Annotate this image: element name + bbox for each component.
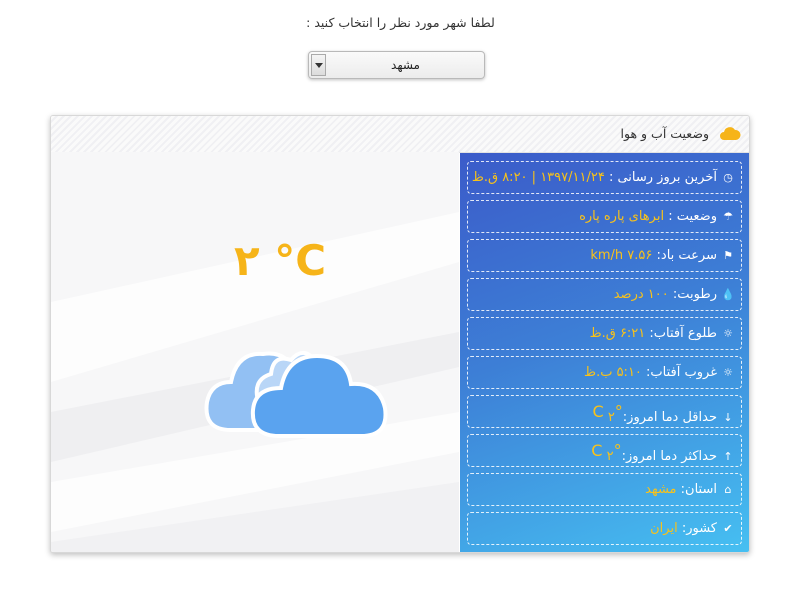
last-update-label: آخرین بروز رسانی : bbox=[608, 170, 717, 185]
humidity-value: ۱۰۰ درصد bbox=[613, 287, 669, 302]
city-select[interactable]: مشهد bbox=[308, 51, 485, 79]
country-value: ایران bbox=[650, 521, 678, 536]
umbrella-icon: ☂ bbox=[723, 210, 733, 223]
check-circle-icon: ✔ bbox=[723, 522, 733, 535]
cloud-icon bbox=[204, 351, 388, 438]
last-update-value: ۱۳۹۷/۱۱/۲۴ | ۸:۲۰ ق.ظ bbox=[471, 170, 605, 185]
last-update-row: ◷ آخرین بروز رسانی : ۱۳۹۷/۱۱/۲۴ | ۸:۲۰ ق.… bbox=[467, 161, 742, 194]
city-select-value: مشهد bbox=[391, 58, 420, 72]
province-row: ⌂ استان: مشهد bbox=[467, 473, 742, 506]
city-prompt: لطفا شهر مورد نظر را انتخاب کنید : bbox=[306, 15, 495, 30]
condition-value: ابرهای پاره پاره bbox=[579, 209, 665, 224]
sunrise-label: طلوع آفتاب: bbox=[649, 326, 717, 341]
min-temp-row: ↓حداقل دما امروز:°C ۲ bbox=[467, 395, 742, 428]
wind-speed-value: ۷.۵۶ km/h bbox=[590, 248, 653, 263]
weather-info-box: ◷ آخرین بروز رسانی : ۱۳۹۷/۱۱/۲۴ | ۸:۲۰ ق.… bbox=[460, 153, 749, 552]
min-temp-value: ۲ bbox=[607, 410, 615, 425]
weather-display: ۲ °C bbox=[51, 152, 459, 552]
max-temp-row: ↑حداکثر دما امروز:°C ۲ bbox=[467, 434, 742, 467]
condition-label: وضعیت : bbox=[668, 209, 717, 224]
max-temp-label: حداکثر دما امروز: bbox=[621, 449, 717, 464]
country-row: ✔ کشور: ایران bbox=[467, 512, 742, 545]
chevron-down-icon[interactable] bbox=[311, 54, 326, 76]
country-label: کشور: bbox=[681, 521, 717, 536]
cloud-icon bbox=[720, 127, 741, 140]
sunset-value: ۵:۱۰ ب.ظ bbox=[584, 365, 642, 380]
sunset-row: ☼ غروب آفتاب: ۵:۱۰ ب.ظ bbox=[467, 356, 742, 389]
province-label: استان: bbox=[680, 482, 717, 497]
arrow-up-icon: ↑ bbox=[723, 450, 733, 463]
arrow-down-icon: ↓ bbox=[723, 411, 733, 424]
humidity-label: رطوبت: bbox=[672, 287, 717, 302]
max-temp-value: ۲ bbox=[606, 449, 614, 464]
wind-speed-label: سرعت باد: bbox=[656, 248, 717, 263]
min-temp-label: حداقل دما امروز: bbox=[622, 410, 717, 425]
panel-header: وضعیت آب و هوا bbox=[51, 116, 749, 153]
wind-speed-row: ⚑ سرعت باد: ۷.۵۶ km/h bbox=[467, 239, 742, 272]
sunrise-icon: ☼ bbox=[723, 327, 733, 340]
sunrise-row: ☼ طلوع آفتاب: ۶:۲۱ ق.ظ bbox=[467, 317, 742, 350]
clock-icon: ◷ bbox=[723, 171, 733, 184]
droplet-icon: 💧 bbox=[721, 288, 735, 301]
flag-icon: ⚑ bbox=[723, 249, 733, 262]
sunset-label: غروب آفتاب: bbox=[646, 365, 717, 380]
weather-panel: وضعیت آب و هوا ۲ °C ◷ آخرین بروز رسانی : … bbox=[50, 115, 750, 553]
province-value: مشهد bbox=[645, 482, 677, 497]
sunrise-value: ۶:۲۱ ق.ظ bbox=[589, 326, 646, 341]
sunset-icon: ☼ bbox=[723, 366, 733, 379]
humidity-row: 💧 رطوبت: ۱۰۰ درصد bbox=[467, 278, 742, 311]
panel-title: وضعیت آب و هوا bbox=[620, 126, 709, 141]
condition-row: ☂ وضعیت : ابرهای پاره پاره bbox=[467, 200, 742, 233]
home-icon: ⌂ bbox=[724, 483, 732, 496]
current-temperature: ۲ °C bbox=[234, 236, 327, 285]
